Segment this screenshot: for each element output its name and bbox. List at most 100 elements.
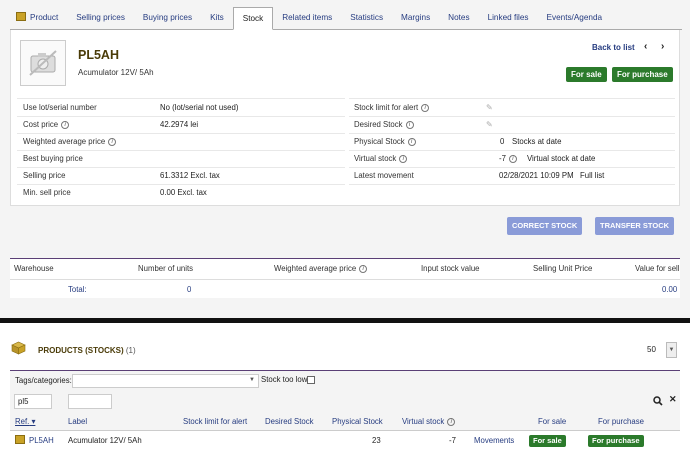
- info-icon[interactable]: i: [407, 137, 416, 146]
- field-label: Desired Stock: [354, 120, 403, 129]
- chevron-down-icon: ▼: [249, 377, 255, 383]
- app-root: Product Selling prices Buying prices Kit…: [0, 0, 690, 470]
- edit-pencil-icon[interactable]: ✎: [486, 99, 493, 112]
- field-label: Weighted average price: [23, 137, 106, 146]
- total-label: Total:: [68, 285, 87, 294]
- movements-link[interactable]: Movements: [474, 431, 514, 451]
- field-label: Selling price: [23, 171, 66, 180]
- field-stock-limit-alert: Stock limit for alert i ✎: [354, 99, 674, 116]
- product-card-area: Product Selling prices Buying prices Kit…: [0, 0, 690, 318]
- tab-selling-prices[interactable]: Selling prices: [67, 7, 134, 29]
- col-desired-stock[interactable]: Desired Stock: [265, 413, 314, 431]
- field-virtual-stock: Virtual stock i -7 i Virtual stock at date: [354, 150, 674, 167]
- full-list-link[interactable]: Full list: [580, 167, 604, 184]
- tab-bar: Product Selling prices Buying prices Kit…: [10, 7, 682, 30]
- col-label: Ref.: [15, 417, 30, 426]
- stock-panel: PL5AH Acumulator 12V/ 5Ah Back to list ‹…: [10, 30, 680, 206]
- col-weighted-average-price: Weighted average price i: [274, 259, 368, 279]
- col-label: Weighted average price: [274, 264, 357, 273]
- info-icon[interactable]: i: [405, 120, 414, 129]
- tags-select[interactable]: ▼: [72, 374, 259, 388]
- info-icon[interactable]: i: [359, 264, 368, 273]
- field-min-sell-price: Min. sell price 0.00 Excl. tax: [23, 184, 343, 201]
- col-selling-unit-price: Selling Unit Price: [533, 264, 593, 273]
- label-search-input[interactable]: [68, 394, 112, 409]
- previous-chevron-icon[interactable]: ‹: [644, 41, 647, 52]
- tab-notes[interactable]: Notes: [439, 7, 478, 29]
- row-physical-stock: 23: [372, 436, 381, 445]
- sort-down-icon: ▾: [31, 417, 36, 426]
- tab-stock[interactable]: Stock: [232, 7, 274, 30]
- chevron-down-icon: ▼: [666, 342, 677, 358]
- col-virtual-stock[interactable]: Virtual stock i: [402, 413, 456, 431]
- info-icon[interactable]: i: [447, 417, 456, 426]
- product-box-icon: [15, 435, 25, 444]
- info-icon[interactable]: i: [508, 154, 517, 163]
- field-value: -7: [499, 154, 506, 163]
- col-input-stock-value: Input stock value: [421, 264, 480, 273]
- transfer-stock-button[interactable]: TRANSFER STOCK: [595, 217, 675, 235]
- product-photo-placeholder[interactable]: [20, 40, 66, 86]
- col-physical-stock[interactable]: Physical Stock: [332, 413, 383, 431]
- list-title-text: PRODUCTS (STOCKS): [38, 346, 124, 355]
- row-label: Acumulator 12V/ 5Ah: [68, 436, 142, 445]
- row-ref-link[interactable]: PL5AH: [15, 431, 54, 451]
- info-icon[interactable]: i: [399, 154, 408, 163]
- next-chevron-icon[interactable]: ›: [661, 41, 664, 52]
- products-stocks-list: PRODUCTS (STOCKS) (1) 50 ▼ Tags/categorie…: [0, 323, 690, 470]
- row-for-purchase-badge[interactable]: For purchase: [588, 435, 644, 447]
- info-icon[interactable]: i: [421, 103, 430, 112]
- ref-search-input[interactable]: pl5: [14, 394, 52, 409]
- col-ref[interactable]: Ref. ▾: [15, 413, 35, 431]
- list-header: Ref. ▾ Label Stock limit for alert Desir…: [10, 413, 680, 431]
- product-ref: PL5AH: [78, 48, 119, 62]
- virtual-stock-at-date-link[interactable]: Virtual stock at date: [527, 150, 595, 167]
- search-icon[interactable]: [653, 396, 663, 406]
- per-page-select[interactable]: 50 ▼: [638, 342, 678, 358]
- search-row: pl5 ✕: [10, 391, 680, 413]
- tab-buying-prices[interactable]: Buying prices: [134, 7, 201, 29]
- list-count: (1): [125, 346, 136, 355]
- field-desired-stock: Desired Stock i ✎: [354, 116, 674, 133]
- stock-too-low-label: Stock too low: [261, 375, 308, 384]
- field-selling-price: Selling price 61.3312 Excl. tax: [23, 167, 343, 184]
- filter-bar: Tags/categories: ▼ Stock too low: [10, 370, 680, 391]
- col-value-for-sell: Value for sell: [635, 264, 680, 273]
- tab-related-items[interactable]: Related items: [273, 7, 341, 29]
- per-page-value: 50: [647, 345, 656, 354]
- for-purchase-badge[interactable]: For purchase: [612, 67, 673, 82]
- col-label[interactable]: Label: [68, 413, 87, 431]
- row-for-sale-badge[interactable]: For sale: [529, 435, 566, 447]
- field-label: Use lot/serial number: [23, 103, 97, 112]
- tab-events-agenda[interactable]: Events/Agenda: [538, 7, 612, 29]
- info-icon[interactable]: i: [108, 137, 117, 146]
- field-label: Virtual stock: [354, 154, 397, 163]
- field-label: Physical Stock: [354, 137, 405, 146]
- stocks-at-date-link[interactable]: Stocks at date: [512, 133, 561, 150]
- col-stock-limit[interactable]: Stock limit for alert: [183, 413, 247, 431]
- table-row: PL5AH Acumulator 12V/ 5Ah 23 -7 Movement…: [10, 431, 680, 451]
- col-for-sale[interactable]: For sale: [538, 413, 566, 431]
- info-icon[interactable]: i: [61, 120, 70, 129]
- field-weighted-average-price: Weighted average price i: [23, 133, 343, 150]
- field-value: 0.00 Excl. tax: [160, 188, 207, 197]
- field-best-buying-price: Best buying price: [23, 150, 343, 167]
- back-to-list-link[interactable]: Back to list: [592, 43, 635, 52]
- edit-pencil-icon[interactable]: ✎: [486, 116, 493, 129]
- clear-filter-icon[interactable]: ✕: [669, 394, 677, 405]
- field-lot-serial: Use lot/serial number No (lot/serial not …: [23, 99, 343, 116]
- col-for-purchase[interactable]: For purchase: [598, 413, 644, 431]
- field-label: Latest movement: [354, 171, 414, 180]
- row-ref-text: PL5AH: [29, 436, 54, 445]
- tab-product[interactable]: Product: [12, 7, 67, 29]
- tab-statistics[interactable]: Statistics: [341, 7, 392, 29]
- tab-linked-files[interactable]: Linked files: [479, 7, 538, 29]
- correct-stock-button[interactable]: CORRECT STOCK: [507, 217, 583, 235]
- list-title: PRODUCTS (STOCKS) (1): [38, 346, 136, 355]
- product-box-icon: [16, 12, 26, 21]
- tab-margins[interactable]: Margins: [392, 7, 439, 29]
- tab-kits[interactable]: Kits: [201, 7, 233, 29]
- for-sale-badge[interactable]: For sale: [566, 67, 607, 82]
- product-label: Acumulator 12V/ 5Ah: [78, 68, 154, 77]
- stock-too-low-checkbox[interactable]: [307, 376, 315, 384]
